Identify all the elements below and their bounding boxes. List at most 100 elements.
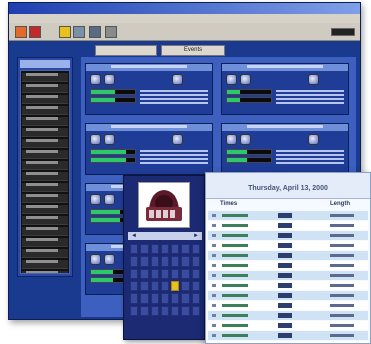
playlist-row[interactable]	[208, 321, 368, 330]
calendar-day[interactable]	[160, 256, 170, 267]
channel-list-item[interactable]	[22, 205, 68, 214]
calendar-day[interactable]	[181, 293, 190, 304]
tile-control-icon[interactable]	[226, 74, 237, 85]
tile-control-icon[interactable]	[104, 134, 115, 145]
calendar-prev-icon[interactable]: ◄	[131, 232, 137, 240]
tile-control-icon[interactable]	[104, 254, 115, 265]
channel-list-item[interactable]	[22, 227, 68, 236]
calendar-day[interactable]	[191, 293, 200, 304]
tile-control-icon[interactable]	[104, 74, 115, 85]
calendar-day[interactable]	[140, 280, 149, 292]
channel-tile[interactable]	[85, 63, 213, 115]
channel-list-item[interactable]	[22, 150, 68, 159]
channel-list-item[interactable]	[22, 260, 68, 269]
channel-list-item[interactable]	[22, 139, 68, 148]
calendar-day[interactable]	[171, 305, 180, 316]
playlist-row[interactable]	[208, 221, 368, 230]
tile-control-icon[interactable]	[90, 134, 101, 145]
calendar-day[interactable]	[130, 244, 139, 255]
tab-first[interactable]	[95, 45, 157, 56]
channel-list-item[interactable]	[22, 216, 68, 225]
toolbar-button-2-icon[interactable]	[29, 26, 41, 38]
calendar-day[interactable]	[191, 305, 200, 316]
tile-control-icon[interactable]	[90, 74, 101, 85]
channel-list-item[interactable]	[22, 95, 68, 104]
tile-control-icon[interactable]	[240, 74, 251, 85]
calendar-day[interactable]	[160, 280, 170, 292]
channel-list-item[interactable]	[22, 128, 68, 137]
channel-tile[interactable]	[85, 123, 213, 175]
calendar-day[interactable]	[130, 256, 139, 267]
calendar-day[interactable]	[171, 268, 180, 279]
calendar-day[interactable]	[160, 244, 170, 255]
playlist-row[interactable]	[208, 261, 368, 270]
channel-list-item[interactable]	[22, 249, 68, 258]
calendar-day[interactable]	[171, 293, 180, 304]
calendar-day[interactable]	[150, 293, 159, 304]
calendar-day[interactable]	[140, 244, 149, 255]
playlist-row[interactable]	[208, 301, 368, 310]
channel-list-item[interactable]	[22, 161, 68, 170]
column-header-times[interactable]: Times	[220, 201, 237, 207]
calendar-next-icon[interactable]: ►	[193, 232, 199, 240]
playlist-row[interactable]	[208, 281, 368, 290]
playlist-row[interactable]	[208, 241, 368, 250]
tab-events[interactable]: Events	[161, 45, 225, 56]
playlist-row[interactable]	[208, 231, 368, 240]
calendar-day[interactable]	[130, 280, 139, 292]
playlist-row[interactable]	[208, 291, 368, 300]
calendar-day[interactable]	[191, 256, 200, 267]
playlist-row[interactable]	[208, 331, 368, 340]
calendar-day[interactable]	[150, 268, 159, 279]
toolbar-button-1-icon[interactable]	[15, 26, 27, 38]
calendar-day[interactable]	[191, 244, 200, 255]
tile-control-icon[interactable]	[240, 134, 251, 145]
playlist-row[interactable]	[208, 211, 368, 220]
tile-control-icon[interactable]	[104, 194, 115, 205]
calendar-day[interactable]	[181, 305, 190, 316]
channel-list-item[interactable]	[22, 73, 68, 82]
channel-list-item[interactable]	[22, 106, 68, 115]
channel-tile[interactable]	[221, 123, 349, 175]
calendar-day[interactable]	[140, 256, 149, 267]
calendar-day[interactable]	[160, 293, 170, 304]
tile-control-icon[interactable]	[90, 254, 101, 265]
toolbar-button-5-icon[interactable]	[89, 26, 101, 38]
calendar-day[interactable]	[181, 256, 190, 267]
calendar-day-selected[interactable]	[171, 280, 180, 292]
calendar-day[interactable]	[171, 256, 180, 267]
playlist-row[interactable]	[208, 311, 368, 320]
toolbar-button-6-icon[interactable]	[105, 26, 117, 38]
calendar-day[interactable]	[130, 293, 139, 304]
calendar-day[interactable]	[191, 268, 200, 279]
calendar-day[interactable]	[181, 268, 190, 279]
toolbar-button-4-icon[interactable]	[73, 26, 85, 38]
calendar-day[interactable]	[191, 280, 200, 292]
channel-list-item[interactable]	[22, 117, 68, 126]
playlist-row[interactable]	[208, 341, 368, 343]
calendar-day[interactable]	[150, 244, 159, 255]
playlist-row[interactable]	[208, 271, 368, 280]
calendar-day[interactable]	[130, 305, 139, 316]
channel-list-item[interactable]	[22, 84, 68, 93]
calendar-day[interactable]	[140, 305, 149, 316]
tile-action-icon[interactable]	[172, 74, 183, 85]
channel-list-item[interactable]	[22, 183, 68, 192]
toolbar-button-3-icon[interactable]	[59, 26, 71, 38]
calendar-day[interactable]	[140, 268, 149, 279]
playlist-row[interactable]	[208, 251, 368, 260]
tile-action-icon[interactable]	[308, 134, 319, 145]
tile-action-icon[interactable]	[172, 134, 183, 145]
calendar-day[interactable]	[150, 305, 159, 316]
calendar-day[interactable]	[160, 268, 170, 279]
calendar-day[interactable]	[181, 244, 190, 255]
calendar-day[interactable]	[171, 244, 180, 255]
tile-action-icon[interactable]	[308, 74, 319, 85]
title-bar[interactable]	[9, 3, 360, 14]
calendar-day[interactable]	[150, 280, 159, 292]
calendar-day[interactable]	[140, 293, 149, 304]
tile-control-icon[interactable]	[226, 134, 237, 145]
tile-control-icon[interactable]	[90, 194, 101, 205]
calendar-day[interactable]	[130, 268, 139, 279]
channel-list[interactable]	[20, 70, 70, 274]
